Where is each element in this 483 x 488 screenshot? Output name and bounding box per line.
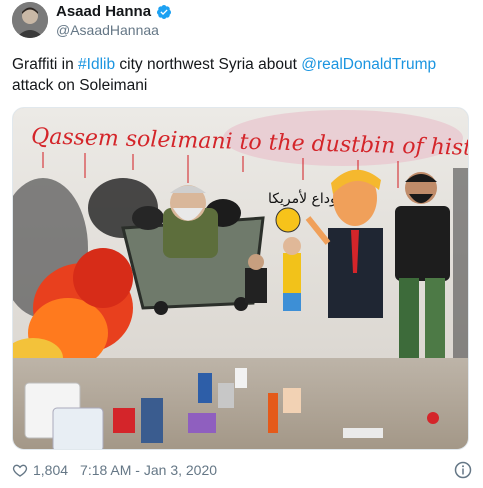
hashtag-link[interactable]: #Idlib xyxy=(78,56,115,73)
verified-badge-icon xyxy=(157,4,172,19)
author-handle[interactable]: @AsaadHannaa xyxy=(56,22,159,38)
tweet-text-middle: city northwest Syria about xyxy=(115,56,302,73)
tweet-text-suffix: attack on Soleimani xyxy=(12,77,148,94)
smiley-painting xyxy=(275,207,301,233)
avatar[interactable] xyxy=(12,2,48,38)
mention-link[interactable]: @realDonaldTrump xyxy=(301,56,436,73)
author-name-row[interactable]: Asaad Hanna xyxy=(56,3,172,20)
heart-icon xyxy=(12,464,28,477)
tweet-timestamp[interactable]: 7:18 AM - Jan 3, 2020 xyxy=(80,462,217,478)
tweet-text-prefix: Graffiti in xyxy=(12,56,79,73)
tweet-text: Graffiti in #Idlib city northwest Syria … xyxy=(12,54,472,96)
avatar-image xyxy=(12,2,48,38)
like-count: 1,804 xyxy=(33,462,69,478)
tweet-photo[interactable]: Qassem soleimani to the dustbin of histo… xyxy=(12,107,469,450)
tweet-footer: 1,804 7:18 AM - Jan 3, 2020 xyxy=(12,458,472,482)
info-icon[interactable] xyxy=(454,461,472,479)
graffiti-photo: Qassem soleimani to the dustbin of histo… xyxy=(13,108,468,449)
like-button[interactable]: 1,804 xyxy=(12,462,80,478)
tweet-header: Asaad Hanna @AsaadHannaa xyxy=(12,0,472,40)
author-display-name[interactable]: Asaad Hanna xyxy=(56,3,151,20)
